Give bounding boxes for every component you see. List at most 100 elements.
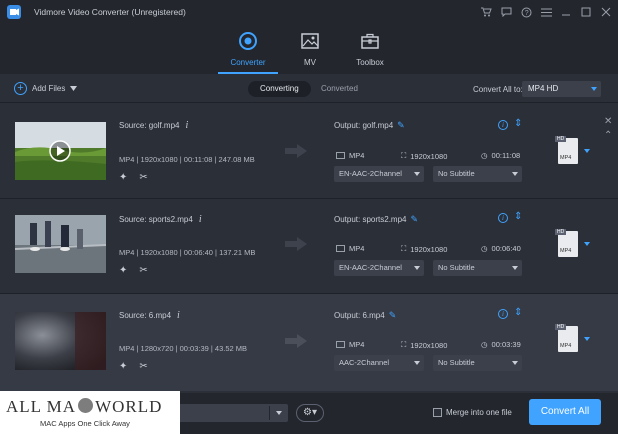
maximize-icon[interactable] — [578, 4, 594, 20]
video-thumbnail-sports[interactable] — [15, 215, 106, 273]
settings-button[interactable]: ⚙▾ — [296, 404, 324, 422]
chevron-down-icon — [414, 361, 420, 365]
convert-all-button[interactable]: Convert All — [529, 399, 601, 425]
output-resolution: ⛶ 1920x1080 — [401, 340, 447, 350]
output-format: MP4 — [336, 244, 364, 253]
info-icon[interactable]: i — [498, 120, 508, 130]
output-format-value: MP4 — [349, 340, 365, 349]
audio-track-select[interactable]: AAC-2Channel — [334, 355, 424, 371]
video-thumbnail-golf[interactable] — [15, 122, 106, 180]
cut-icon[interactable]: ✂ — [139, 361, 147, 372]
chevron-down-icon — [591, 87, 597, 91]
info-icon[interactable]: i — [498, 309, 508, 319]
cut-icon[interactable]: ✂ — [139, 172, 147, 183]
chevron-down-icon — [70, 86, 78, 91]
resolution-icon: ⛶ — [401, 151, 407, 160]
subtitle-select[interactable]: No Subtitle — [433, 166, 522, 182]
split-icon[interactable]: ⇕ — [514, 118, 522, 129]
watermark-right: WORLD — [95, 397, 163, 416]
audio-track-value: EN-AAC-2Channel — [339, 263, 402, 272]
minimize-icon[interactable] — [558, 4, 574, 20]
info-icon[interactable]: i — [199, 214, 202, 225]
tab-toolbox[interactable]: Toolbox — [340, 30, 400, 74]
convert-all-format-select[interactable]: MP4 HD — [522, 81, 601, 97]
subtitle-value: No Subtitle — [438, 263, 475, 272]
format-icon — [336, 341, 345, 348]
output-name: Output: 6.mp4 ✎ — [334, 310, 396, 321]
tab-converted[interactable]: Converted — [309, 81, 370, 97]
tab-toolbox-label: Toolbox — [356, 58, 384, 67]
tab-mv[interactable]: MV — [280, 30, 340, 74]
file-source-name: Source: sports2.mp4 — [119, 215, 193, 224]
chat-icon[interactable] — [498, 4, 514, 20]
tab-converter[interactable]: Converter — [218, 30, 278, 74]
tab-mv-label: MV — [304, 58, 316, 67]
subtitle-select[interactable]: No Subtitle — [433, 260, 522, 276]
audio-track-select[interactable]: EN-AAC-2Channel — [334, 260, 424, 276]
output-format-icon[interactable]: HD MP4 — [555, 136, 578, 164]
star-effect-icon[interactable]: ✦ — [119, 265, 127, 276]
format-badge: MP4 — [560, 155, 572, 161]
arrow-right-icon — [285, 144, 307, 158]
subtitle-select[interactable]: No Subtitle — [433, 355, 522, 371]
output-resolution-value: 1920x1080 — [410, 244, 448, 254]
star-effect-icon[interactable]: ✦ — [119, 361, 127, 372]
output-duration: ◷ 00:11:08 — [481, 151, 520, 160]
format-icon — [336, 245, 345, 252]
output-duration-value: 00:11:08 — [491, 151, 521, 160]
audio-track-select[interactable]: EN-AAC-2Channel — [334, 166, 424, 182]
info-icon[interactable]: i — [498, 213, 508, 223]
output-format-value: MP4 — [349, 244, 365, 253]
edit-pencil-icon[interactable]: ✎ — [389, 310, 397, 320]
save-to-select[interactable] — [170, 404, 288, 422]
output-filename: Output: sports2.mp4 — [334, 215, 407, 224]
info-icon[interactable]: i — [177, 310, 180, 321]
audio-track-value: AAC-2Channel — [339, 358, 390, 367]
hd-badge: HD — [555, 136, 567, 142]
split-icon[interactable]: ⇕ — [514, 211, 522, 222]
output-duration-value: 00:06:40 — [491, 244, 521, 253]
output-resolution: ⛶ 1920x1080 — [401, 244, 447, 254]
format-icon — [336, 152, 345, 159]
edit-pencil-icon[interactable]: ✎ — [410, 214, 418, 224]
file-source: Source: golf.mp4 i — [119, 120, 188, 131]
divider — [0, 102, 618, 103]
output-format-value: MP4 — [349, 151, 365, 160]
arrow-right-icon — [285, 237, 307, 251]
svg-text:?: ? — [524, 10, 528, 17]
split-icon[interactable]: ⇕ — [514, 307, 522, 318]
merge-checkbox[interactable] — [433, 408, 442, 417]
chevron-down-icon[interactable] — [584, 149, 590, 153]
help-icon[interactable]: ? — [518, 4, 534, 20]
cart-icon[interactable] — [478, 4, 494, 20]
watermark-subtitle: MAC Apps One Click Away — [40, 419, 130, 428]
cut-icon[interactable]: ✂ — [139, 265, 147, 276]
watermark: ALL MA WORLD MAC Apps One Click Away — [0, 391, 180, 434]
collapse-icon[interactable]: ⌃ — [604, 130, 612, 141]
chevron-down-icon — [512, 266, 518, 270]
title-bar: Vidmore Video Converter (Unregistered) ? — [0, 0, 618, 24]
video-thumbnail-6[interactable] — [15, 312, 106, 370]
file-meta: MP4 | 1920x1080 | 00:11:08 | 247.08 MB — [119, 155, 255, 164]
add-files-button[interactable]: + Add Files — [14, 82, 78, 95]
output-filename: Output: 6.mp4 — [334, 311, 385, 320]
star-effect-icon[interactable]: ✦ — [119, 172, 127, 183]
info-icon[interactable]: i — [185, 120, 188, 131]
output-resolution-value: 1920x1080 — [410, 151, 448, 161]
close-icon[interactable] — [598, 4, 614, 20]
file-source-name: Source: golf.mp4 — [119, 121, 180, 130]
remove-file-icon[interactable]: ✕ — [604, 116, 612, 127]
menu-icon[interactable] — [538, 4, 554, 20]
watermark-title: ALL MA WORLD — [6, 397, 162, 417]
merge-option[interactable]: Merge into one file — [433, 408, 512, 417]
output-format-icon[interactable]: HD MP4 — [555, 229, 578, 257]
output-filename: Output: golf.mp4 — [334, 121, 394, 130]
chevron-down-icon[interactable] — [584, 242, 590, 246]
tab-converting[interactable]: Converting — [248, 81, 311, 97]
chevron-down-icon[interactable] — [584, 337, 590, 341]
chevron-down-icon — [414, 172, 420, 176]
edit-pencil-icon[interactable]: ✎ — [397, 120, 405, 130]
divider — [269, 406, 270, 420]
output-format-icon[interactable]: HD MP4 — [555, 324, 578, 352]
output-resolution: ⛶ 1920x1080 — [401, 151, 447, 161]
